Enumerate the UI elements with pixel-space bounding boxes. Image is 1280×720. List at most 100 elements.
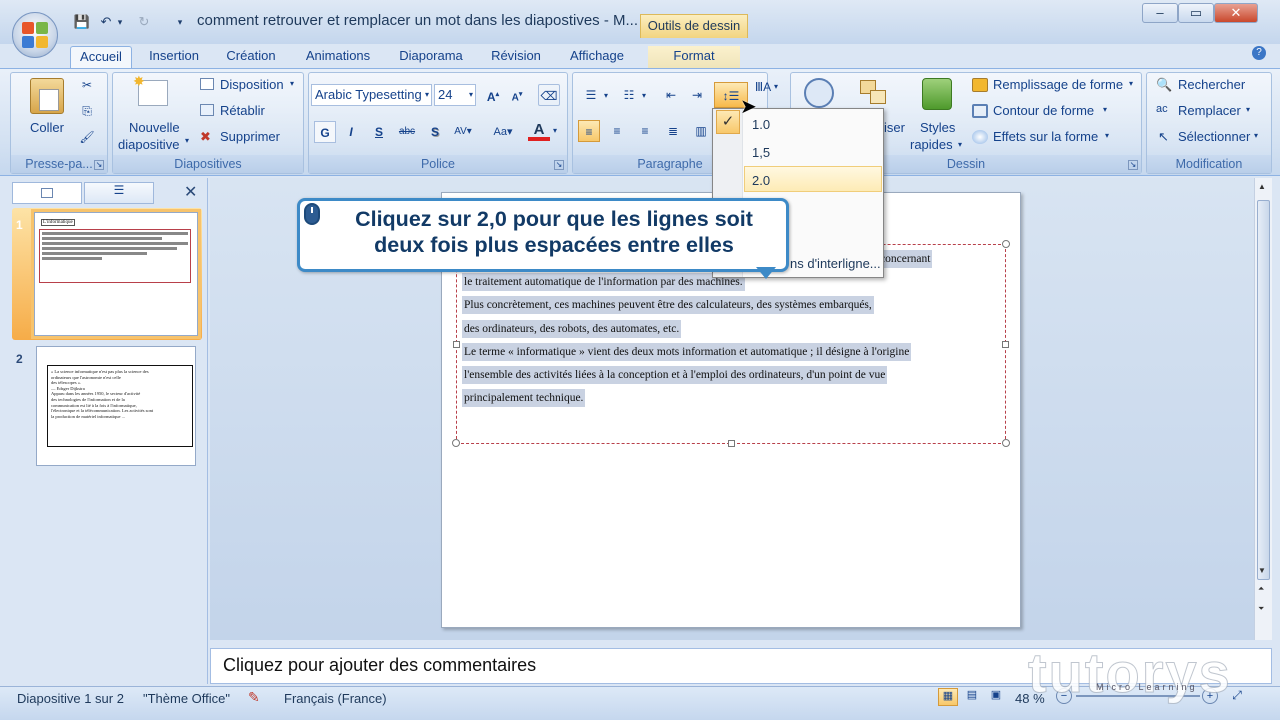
paste-button[interactable]: Coller [30, 120, 64, 135]
shapes-icon[interactable] [804, 78, 834, 108]
shape-fill-button[interactable]: Remplissage de forme [993, 77, 1123, 92]
spacing-option-1-5[interactable]: 1,5 [752, 145, 770, 160]
layout-button[interactable]: Disposition [220, 77, 284, 92]
save-icon[interactable]: 💾 [72, 12, 92, 32]
close-panel-icon[interactable]: ✕ [184, 182, 197, 202]
slide-thumbnail-1[interactable]: L'informatique [34, 212, 198, 336]
spacing-option-1-0[interactable]: 1.0 [752, 117, 770, 132]
spacing-option-2-0[interactable]: 2.0 [752, 173, 770, 188]
resize-handle-r[interactable] [1002, 341, 1009, 348]
drawing-launcher-icon[interactable]: ↘ [1128, 160, 1138, 170]
shape-effects-dropdown-icon[interactable]: ▾ [1105, 131, 1109, 140]
cut-icon[interactable]: ✂ [76, 74, 98, 96]
slides-tab[interactable] [12, 182, 82, 204]
tab-revision[interactable]: Révision [482, 46, 550, 70]
align-center-icon[interactable]: ≡ [606, 120, 628, 142]
select-button[interactable]: Sélectionner [1178, 129, 1250, 144]
shadow-icon[interactable]: S [424, 121, 446, 143]
new-slide-dropdown-icon[interactable]: ▾ [185, 136, 189, 145]
font-color-dropdown-icon[interactable]: ▾ [553, 126, 557, 135]
grow-font-icon[interactable]: A▴ [482, 84, 504, 106]
quick-styles-dropdown-icon[interactable]: ▾ [958, 140, 962, 149]
vertical-scrollbar[interactable]: ▲ ▼ ⏶ ⏷ [1254, 178, 1272, 640]
increase-indent-icon[interactable]: ⇥ [686, 84, 708, 106]
replace-dropdown-icon[interactable]: ▾ [1246, 105, 1250, 114]
align-left-icon[interactable]: ≡ [578, 120, 600, 142]
paste-icon[interactable] [30, 78, 64, 114]
minimize-button[interactable]: ‒ [1142, 3, 1178, 23]
resize-handle-l[interactable] [453, 341, 460, 348]
numbering-dropdown-icon[interactable]: ▾ [642, 91, 646, 100]
font-launcher-icon[interactable]: ↘ [554, 160, 564, 170]
underline-icon[interactable]: S [368, 121, 390, 143]
new-slide-label-1[interactable]: Nouvelle [129, 120, 180, 135]
decrease-indent-icon[interactable]: ⇤ [660, 84, 682, 106]
spellcheck-icon[interactable]: ✎ [248, 689, 260, 706]
format-painter-icon[interactable]: 🖌 [76, 126, 98, 148]
office-button[interactable] [12, 12, 58, 58]
new-slide-label-2[interactable]: diapositive [118, 137, 179, 152]
layout-dropdown-icon[interactable]: ▾ [290, 79, 294, 88]
resize-handle-br[interactable] [1002, 439, 1010, 447]
tab-accueil[interactable]: Accueil [70, 46, 132, 70]
undo-icon[interactable]: ↶ [96, 12, 116, 32]
arrange-icon[interactable] [858, 78, 890, 108]
font-color-icon[interactable]: A [528, 119, 550, 141]
delete-button[interactable]: Supprimer [220, 129, 280, 144]
reset-button[interactable]: Rétablir [220, 103, 265, 118]
resize-handle-bl[interactable] [452, 439, 460, 447]
italic-icon[interactable]: I [340, 121, 362, 143]
spacing-options-item[interactable]: ns d'interligne... [790, 256, 881, 271]
find-button[interactable]: Rechercher [1178, 77, 1245, 92]
shape-fill-dropdown-icon[interactable]: ▾ [1129, 79, 1133, 88]
clipboard-launcher-icon[interactable]: ↘ [94, 160, 104, 170]
tab-creation[interactable]: Création [218, 46, 284, 70]
redo-icon[interactable]: ↻ [134, 12, 154, 32]
shape-outline-dropdown-icon[interactable]: ▾ [1103, 105, 1107, 114]
resize-handle-tr[interactable] [1002, 240, 1010, 248]
tab-insertion[interactable]: Insertion [140, 46, 208, 70]
shape-outline-button[interactable]: Contour de forme [993, 103, 1094, 118]
font-family-select[interactable]: Arabic Typesetting ▾ [311, 84, 432, 106]
slide-thumbnail-2[interactable]: « La science informatique n'est pas plus… [36, 346, 196, 466]
bullets-dropdown-icon[interactable]: ▾ [604, 91, 608, 100]
tab-affichage[interactable]: Affichage [562, 46, 632, 70]
normal-view-icon[interactable]: ▦ [938, 688, 958, 706]
callout-text: Cliquez sur 2,0 pour que les lignes soit… [322, 206, 786, 258]
bold-icon[interactable]: G [314, 121, 336, 143]
text-direction-dropdown-icon[interactable]: ▾ [774, 82, 778, 91]
prev-slide-icon: ⏶ [1258, 584, 1265, 593]
quick-styles-label-1[interactable]: Styles [920, 120, 955, 135]
align-right-icon[interactable]: ≡ [634, 120, 656, 142]
shrink-font-icon[interactable]: A▾ [506, 84, 528, 106]
font-size-select[interactable]: 24 ▾ [434, 84, 476, 106]
tab-format[interactable]: Format [648, 46, 740, 70]
select-dropdown-icon[interactable]: ▾ [1254, 131, 1258, 140]
columns-icon[interactable]: ▥ [690, 120, 712, 142]
close-button[interactable]: ✕ [1214, 3, 1258, 23]
tab-animations[interactable]: Animations [296, 46, 380, 70]
customize-qat-icon[interactable]: ▾ [170, 12, 190, 32]
new-slide-icon[interactable]: ✸ [133, 73, 168, 106]
tab-diaporama[interactable]: Diaporama [390, 46, 472, 70]
numbering-icon[interactable]: ☷ [618, 84, 640, 106]
justify-icon[interactable]: ≣ [662, 120, 684, 142]
copy-icon[interactable]: ⎘ [76, 100, 98, 122]
clear-format-icon[interactable]: ⌫ [538, 84, 560, 106]
arrange-label[interactable]: iser [884, 120, 905, 135]
slide-sorter-icon[interactable]: ▤ [962, 688, 982, 706]
shape-effects-button[interactable]: Effets sur la forme [993, 129, 1098, 144]
replace-button[interactable]: Remplacer [1178, 103, 1241, 118]
strikethrough-icon[interactable]: abc [396, 121, 418, 143]
undo-dropdown-icon[interactable]: ▾ [114, 12, 126, 32]
bullets-icon[interactable]: ☰ [580, 84, 602, 106]
quick-styles-label-2[interactable]: rapides [910, 137, 953, 152]
help-icon[interactable]: ? [1252, 46, 1266, 60]
quick-styles-icon[interactable] [922, 78, 952, 110]
outline-tab[interactable]: ☰ [84, 182, 154, 204]
slideshow-view-icon[interactable]: ▣ [986, 688, 1006, 706]
char-spacing-icon[interactable]: AV▾ [452, 121, 474, 143]
change-case-icon[interactable]: Aa▾ [492, 121, 514, 143]
resize-handle-b[interactable] [728, 440, 735, 447]
maximize-button[interactable]: ▭ [1178, 3, 1214, 23]
